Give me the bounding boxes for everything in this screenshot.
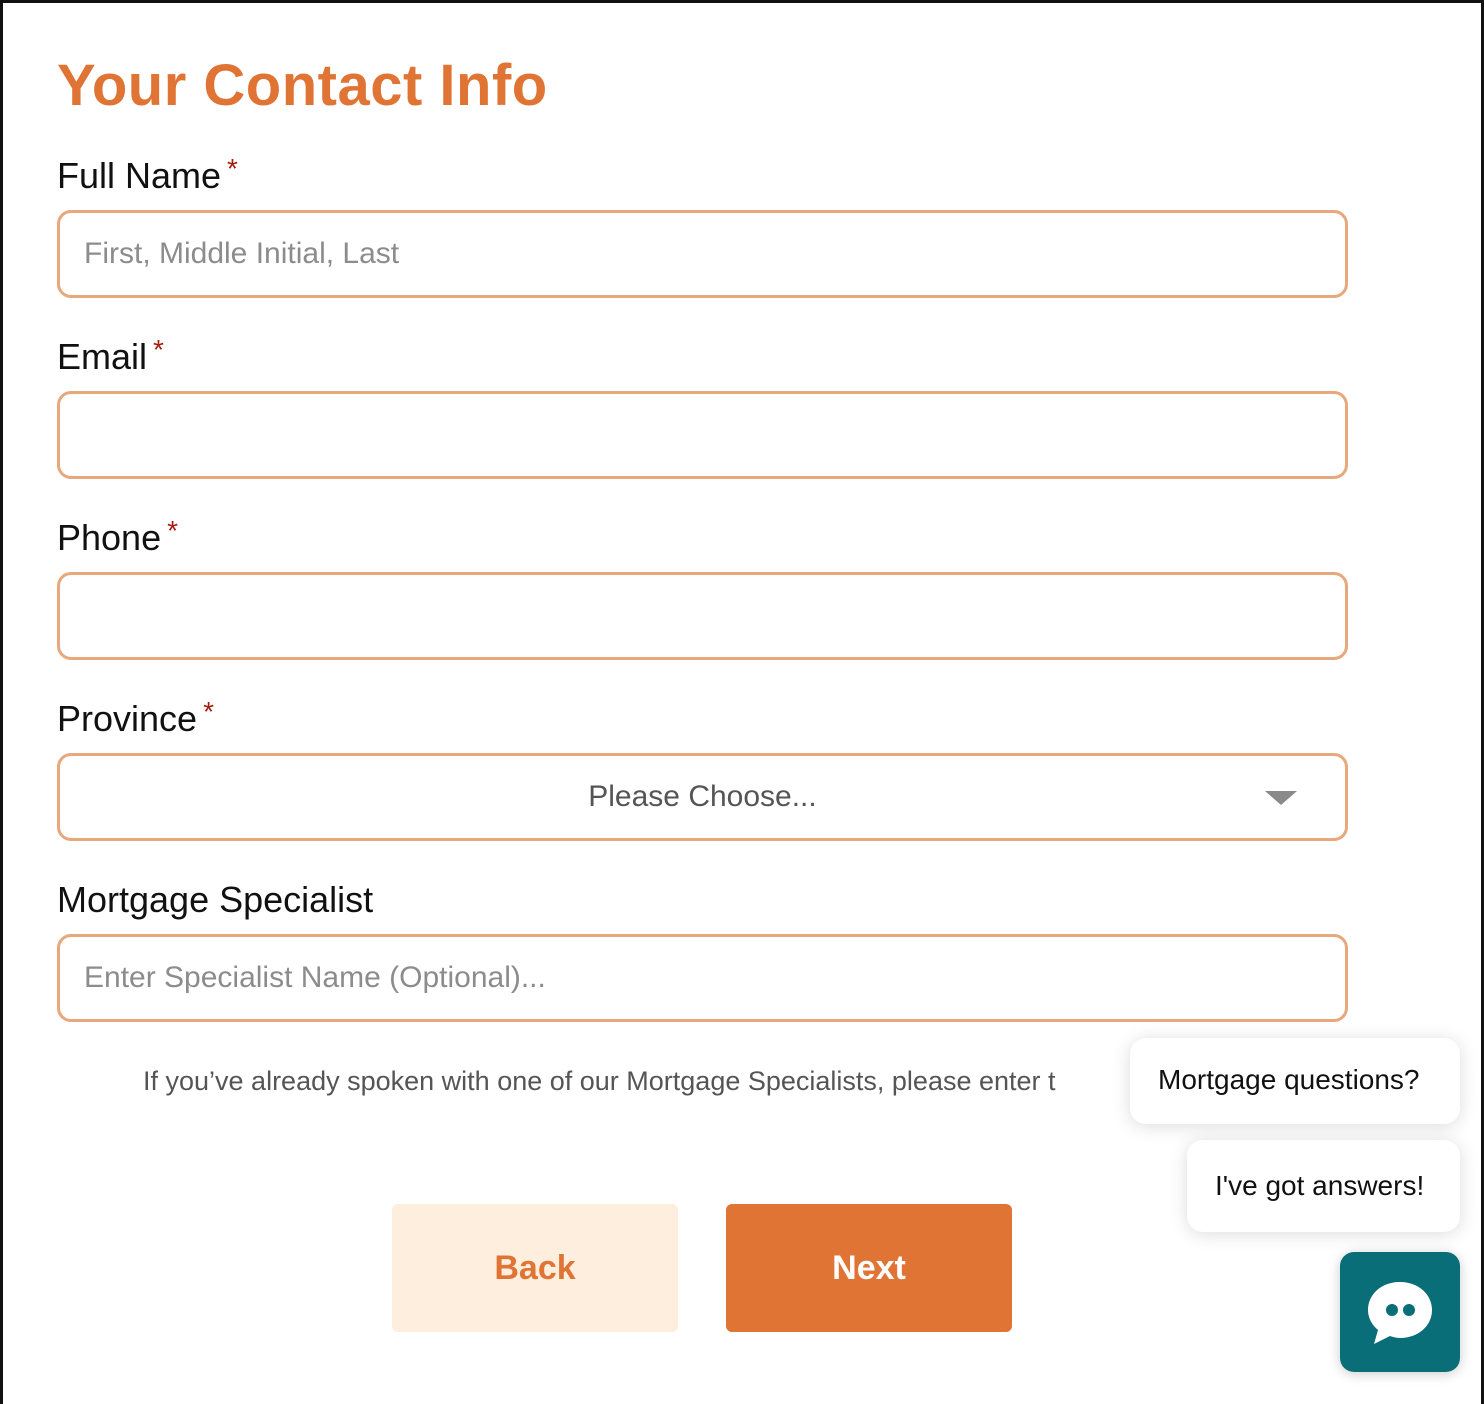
chat-bubble-icon bbox=[1368, 1282, 1432, 1344]
full-name-label: Full Name * bbox=[57, 153, 238, 197]
next-button[interactable]: Next bbox=[726, 1204, 1012, 1332]
chat-launcher-button[interactable] bbox=[1340, 1252, 1460, 1372]
specialist-label: Mortgage Specialist bbox=[57, 879, 373, 921]
specialist-label-text: Mortgage Specialist bbox=[57, 879, 374, 920]
full-name-label-text: Full Name bbox=[57, 155, 222, 196]
phone-input[interactable] bbox=[57, 572, 1348, 660]
phone-label: Phone * bbox=[57, 515, 179, 559]
chat-prompt-bubble[interactable]: Mortgage questions? bbox=[1130, 1038, 1460, 1124]
required-marker: * bbox=[227, 153, 238, 184]
email-label-text: Email bbox=[57, 336, 148, 377]
email-label: Email * bbox=[57, 334, 164, 378]
required-marker: * bbox=[167, 515, 179, 546]
phone-label-text: Phone bbox=[57, 517, 162, 558]
required-marker: * bbox=[153, 334, 164, 365]
required-marker: * bbox=[203, 696, 214, 727]
province-select[interactable]: Please Choose... bbox=[57, 753, 1348, 841]
province-selected-value: Please Choose... bbox=[588, 780, 817, 813]
chat-prompt-bubble[interactable]: I've got answers! bbox=[1187, 1140, 1460, 1232]
province-label-text: Province bbox=[57, 698, 198, 739]
back-button[interactable]: Back bbox=[392, 1204, 678, 1332]
chevron-down-icon bbox=[1265, 791, 1297, 805]
specialist-input[interactable] bbox=[57, 934, 1348, 1022]
province-label: Province * bbox=[57, 696, 214, 740]
email-input[interactable] bbox=[57, 391, 1348, 479]
specialist-helper-text: If you’ve already spoken with one of our… bbox=[143, 1066, 1056, 1096]
page-title: Your Contact Info bbox=[57, 53, 548, 118]
full-name-input[interactable] bbox=[57, 210, 1348, 298]
